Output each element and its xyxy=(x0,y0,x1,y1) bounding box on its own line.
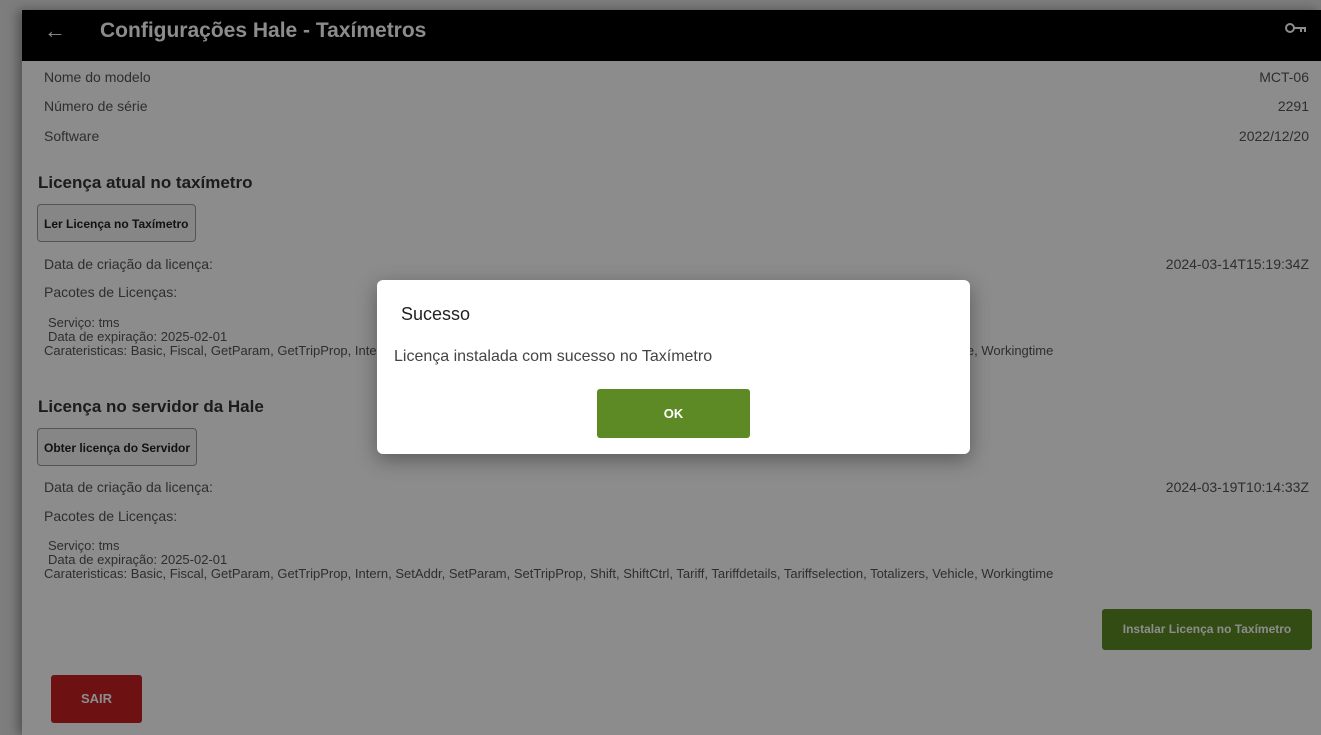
dialog-title: Sucesso xyxy=(401,304,471,324)
dialog-message: Licença instalada com sucesso no Taxímet… xyxy=(394,348,713,365)
device-frame: ← Configurações Hale - Taxímetros Nome d… xyxy=(0,0,1321,735)
success-dialog: Sucesso Licença instalada com sucesso no… xyxy=(377,280,970,454)
ok-button[interactable]: OK xyxy=(597,389,750,438)
app-screen: ← Configurações Hale - Taxímetros Nome d… xyxy=(22,10,1321,735)
